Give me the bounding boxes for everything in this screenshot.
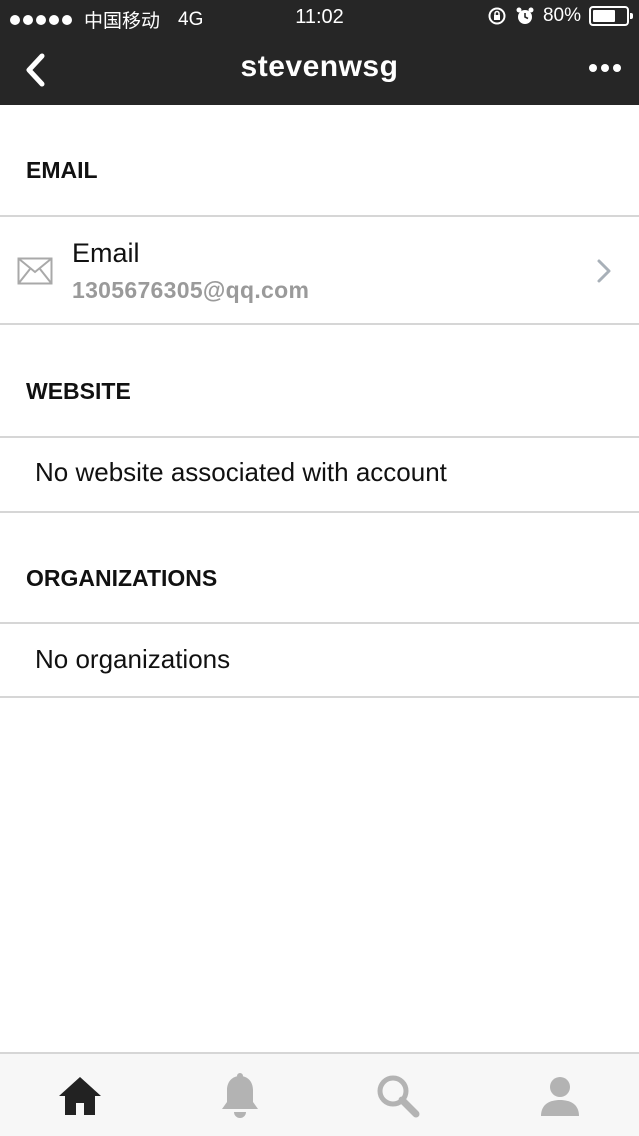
more-dots-icon	[589, 64, 597, 72]
divider	[0, 323, 639, 325]
email-row[interactable]: Email 1305676305@qq.com	[0, 217, 639, 324]
email-section-title: EMAIL	[26, 157, 98, 183]
status-right: 80%	[487, 5, 633, 27]
divider	[0, 696, 639, 698]
more-options-button[interactable]	[585, 56, 625, 80]
status-bar: 中国移动 4G 11:02 80%	[0, 0, 639, 36]
envelope-icon	[17, 257, 53, 285]
email-section-header: EMAIL	[0, 157, 639, 187]
organizations-section-title: ORGANIZATIONS	[26, 565, 218, 591]
battery-tip	[630, 13, 633, 19]
chevron-right-icon	[597, 259, 611, 283]
website-empty-text: No website associated with account	[35, 457, 447, 487]
website-section-title: WEBSITE	[26, 378, 131, 404]
home-icon	[59, 1077, 101, 1115]
battery-icon	[589, 6, 633, 26]
website-empty-row: No website associated with account	[0, 457, 639, 491]
tab-home[interactable]	[50, 1068, 110, 1124]
battery-fill	[593, 10, 615, 22]
alarm-icon	[516, 7, 534, 24]
person-icon	[541, 1077, 579, 1116]
more-dots-icon	[601, 64, 609, 72]
email-label: Email	[72, 238, 140, 268]
website-section-header: WEBSITE	[0, 378, 639, 408]
bell-icon	[222, 1073, 258, 1118]
organizations-section-header: ORGANIZATIONS	[0, 565, 639, 595]
battery-percent: 80%	[542, 5, 581, 26]
rotation-lock-icon	[488, 7, 506, 25]
divider	[0, 511, 639, 513]
divider	[0, 436, 639, 438]
top-bar: 中国移动 4G 11:02 80% stevenwsg	[0, 0, 639, 105]
page-title: stevenwsg	[240, 50, 399, 83]
tab-search[interactable]	[368, 1068, 428, 1124]
navigation-bar: stevenwsg	[0, 36, 639, 105]
tab-profile[interactable]	[530, 1068, 590, 1124]
organizations-empty-text: No organizations	[35, 644, 231, 674]
organizations-empty-row: No organizations	[0, 644, 639, 678]
more-dots-icon	[613, 64, 621, 72]
tab-bar	[0, 1052, 639, 1136]
search-icon	[377, 1075, 420, 1118]
divider	[0, 622, 639, 624]
tab-notifications[interactable]	[210, 1068, 270, 1124]
email-value: 1305676305@qq.com	[72, 277, 310, 303]
